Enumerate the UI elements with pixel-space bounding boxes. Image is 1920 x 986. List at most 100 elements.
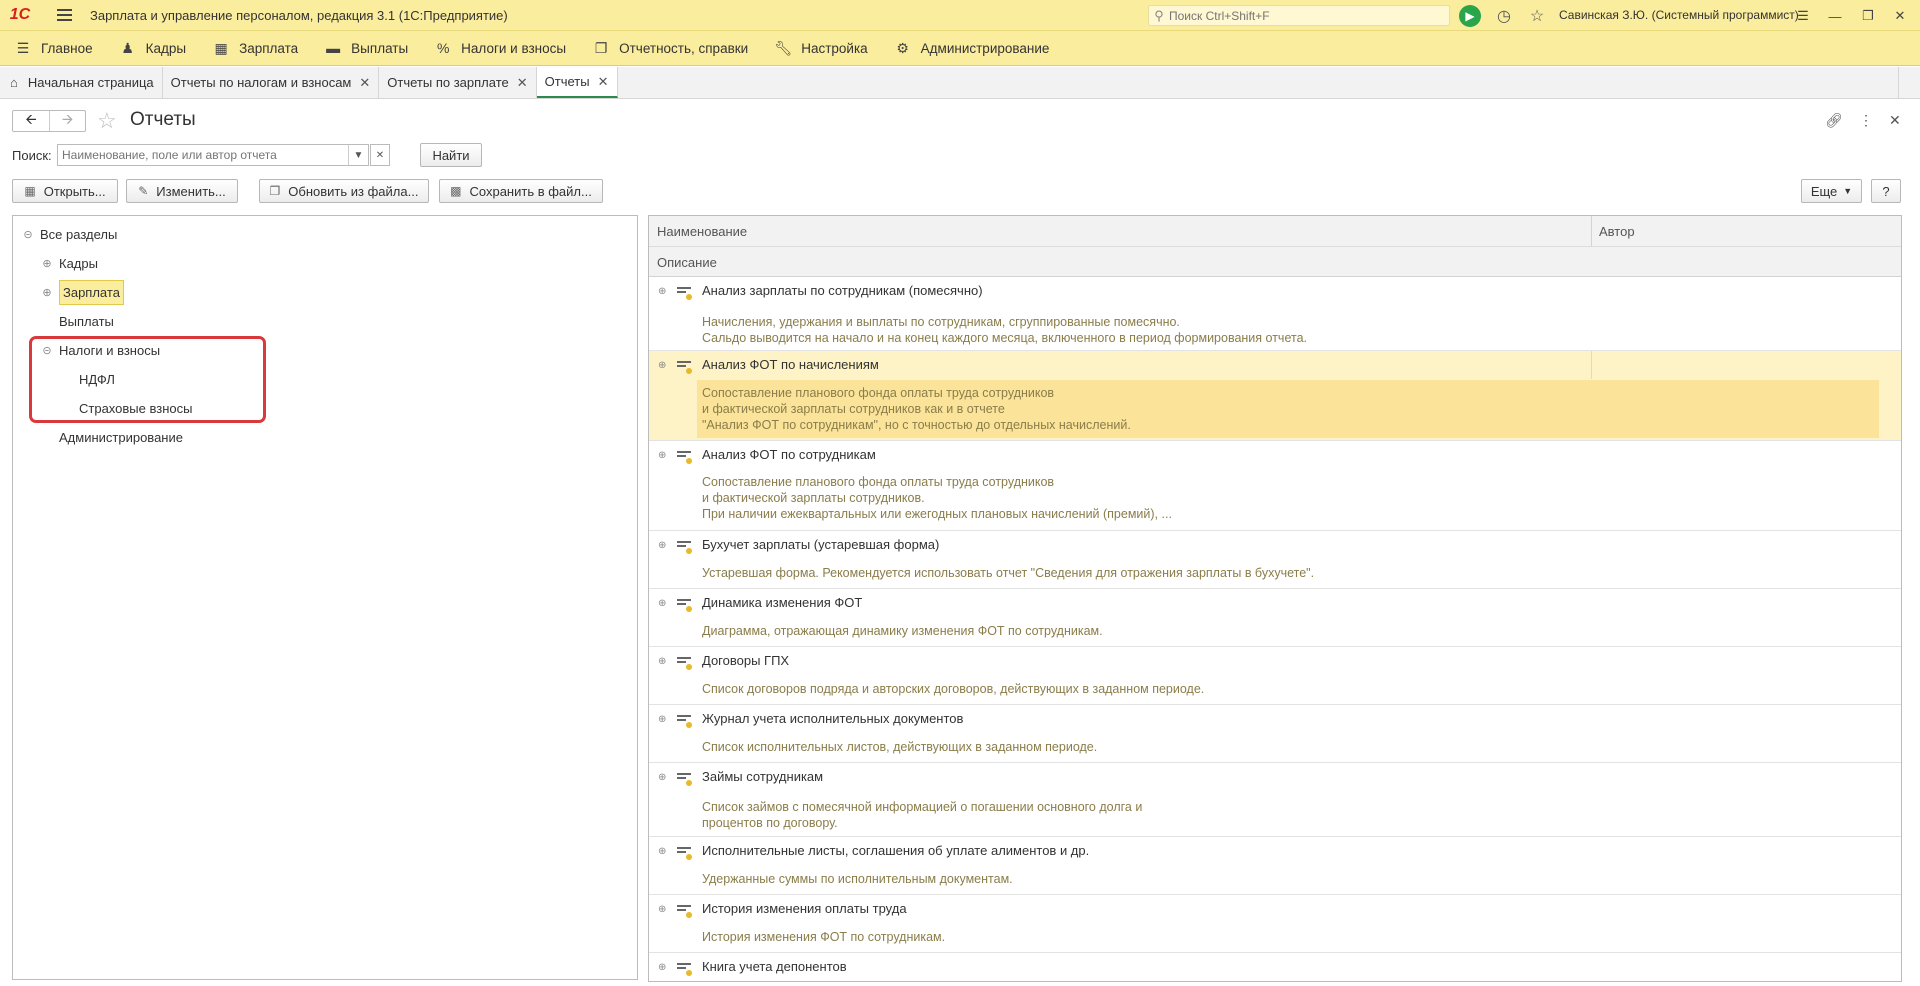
restore-icon[interactable]: ❐ <box>1853 4 1883 28</box>
more-vertical-icon[interactable]: ⋮ <box>1859 112 1873 129</box>
table-row[interactable]: ⊕ Книга учета депонентов <box>649 953 1901 981</box>
tab-tax-reports[interactable]: Отчеты по налогам и взносам ✕ <box>162 67 380 98</box>
section-payments[interactable]: ▬ Выплаты <box>310 31 420 66</box>
find-button[interactable]: Найти <box>420 143 482 167</box>
chevron-down-icon[interactable]: ▼ <box>348 145 368 165</box>
tab-reports[interactable]: Отчеты ✕ <box>536 67 618 98</box>
table-row[interactable]: ⊕ Журнал учета исполнительных документов… <box>649 705 1901 763</box>
help-button[interactable]: ? <box>1871 179 1901 203</box>
expand-icon[interactable]: ⊕ <box>658 772 666 783</box>
settings-menu-icon[interactable]: ☰ <box>1788 4 1818 28</box>
close-icon[interactable]: ✕ <box>598 74 609 90</box>
report-description: процентов по договору. <box>702 816 838 830</box>
open-windows-bar: ⌂ Начальная страница Отчеты по налогам и … <box>0 67 1920 99</box>
favorite-star-icon[interactable]: ☆ <box>97 108 117 134</box>
global-search-input[interactable] <box>1169 8 1439 23</box>
report-description: Начисления, удержания и выплаты по сотру… <box>702 315 1180 329</box>
close-icon[interactable]: ✕ <box>359 75 370 91</box>
table-row[interactable]: ⊕ Анализ ФОТ по сотрудникам Сопоставлени… <box>649 441 1901 531</box>
report-icon <box>677 541 692 554</box>
tree-item-all[interactable]: ⊝ Все разделы <box>21 222 117 246</box>
main-menu-icon[interactable] <box>52 0 76 31</box>
section-main[interactable]: ☰ Главное <box>0 31 105 66</box>
expand-icon[interactable]: ⊕ <box>658 904 666 915</box>
column-author[interactable]: Автор <box>1599 224 1635 239</box>
list-header: Наименование Автор Описание <box>649 216 1901 277</box>
expand-icon[interactable]: ⊕ <box>658 656 666 667</box>
wrench-icon: 🔧︎ <box>774 39 793 56</box>
title-bar: 1С Зарплата и управление персоналом, ред… <box>0 0 1920 31</box>
section-admin[interactable]: ⚙ Администрирование <box>880 31 1062 66</box>
report-name: Анализ ФОТ по начислениям <box>702 357 879 372</box>
report-description: Список исполнительных листов, действующи… <box>702 740 1098 754</box>
report-name: Книга учета депонентов <box>702 959 847 974</box>
expand-icon[interactable]: ⊕ <box>658 450 666 461</box>
table-row[interactable]: ⊕ Исполнительные листы, соглашения об уп… <box>649 837 1901 895</box>
report-icon <box>677 963 692 976</box>
pencil-icon: ✎ <box>138 184 149 198</box>
table-row[interactable]: ⊕ Бухучет зарплаты (устаревшая форма) Ус… <box>649 531 1901 589</box>
column-description[interactable]: Описание <box>657 255 717 270</box>
expand-icon[interactable]: ⊕ <box>658 540 666 551</box>
column-name[interactable]: Наименование <box>657 224 747 239</box>
report-name: Бухучет зарплаты (устаревшая форма) <box>702 537 940 552</box>
sections-panel: ☰ Главное ♟ Кадры ▦ Зарплата ▬ Выплаты % Нало… <box>0 31 1920 66</box>
report-description: При наличии ежеквартальных или ежегодных… <box>702 507 1172 521</box>
table-row[interactable]: ⊕ Займы сотрудникам Список займов с поме… <box>649 763 1901 837</box>
close-icon[interactable]: ✕ <box>517 75 528 91</box>
notifications-icon[interactable]: ▶ <box>1458 4 1482 28</box>
expand-icon[interactable]: ⊕ <box>658 360 666 371</box>
tree-item-salary[interactable]: ⊕ Зарплата <box>40 279 124 305</box>
close-window-icon[interactable]: ✕ <box>1885 4 1915 28</box>
update-from-file-button[interactable]: ❐ Обновить из файла... <box>259 179 429 203</box>
report-description: Устаревшая форма. Рекомендуется использо… <box>702 566 1315 580</box>
search-field: ▼ ✕ <box>57 144 390 166</box>
report-name: Журнал учета исполнительных документов <box>702 711 964 726</box>
history-icon[interactable]: ◷ <box>1492 4 1516 28</box>
report-name: Анализ зарплаты по сотрудникам (помесячн… <box>702 283 983 298</box>
expand-icon[interactable]: ⊕ <box>658 962 666 973</box>
section-taxes[interactable]: % Налоги и взносы <box>420 31 578 66</box>
edit-button[interactable]: ✎ Изменить... <box>126 179 238 203</box>
open-button[interactable]: ▦ Открыть... <box>12 179 118 203</box>
expand-icon[interactable]: ⊕ <box>658 846 666 857</box>
people-icon: ♟ <box>121 39 134 56</box>
back-arrow-icon[interactable]: 🡨 <box>13 111 49 131</box>
favorites-icon[interactable]: ☆ <box>1525 4 1549 28</box>
expand-icon[interactable]: ⊕ <box>658 598 666 609</box>
expand-icon[interactable]: ⊕ <box>40 286 54 299</box>
search-icon: ⚲ <box>1154 7 1164 23</box>
report-name: Договоры ГПХ <box>702 653 790 668</box>
save-to-file-button[interactable]: ▩ Сохранить в файл... <box>439 179 603 203</box>
expand-icon[interactable]: ⊕ <box>658 714 666 725</box>
section-salary[interactable]: ▦ Зарплата <box>198 31 310 66</box>
clear-icon[interactable]: ✕ <box>370 144 390 166</box>
table-row[interactable]: ⊕ Договоры ГПХ Список договоров подряда … <box>649 647 1901 705</box>
table-row[interactable]: ⊕ Динамика изменения ФОТ Диаграмма, отра… <box>649 589 1901 647</box>
report-icon <box>677 599 692 612</box>
tree-item-payments[interactable]: Выплаты <box>59 309 114 333</box>
search-input[interactable] <box>58 145 348 165</box>
close-form-icon[interactable]: ✕ <box>1889 112 1901 129</box>
expand-icon[interactable]: ⊕ <box>40 257 54 270</box>
forward-arrow-icon[interactable]: 🡪 <box>49 111 85 131</box>
table-row-current[interactable]: ⊕ Анализ ФОТ по начислениям Сопоставлени… <box>649 351 1901 441</box>
link-icon[interactable]: 🔗︎ <box>1825 112 1843 129</box>
section-settings[interactable]: 🔧︎ Настройка <box>760 31 879 66</box>
report-icon: ▦ <box>24 184 36 198</box>
report-description: "Анализ ФОТ по сотрудникам", но с точнос… <box>702 418 1131 432</box>
tab-salary-reports[interactable]: Отчеты по зарплате ✕ <box>379 67 537 98</box>
current-user[interactable]: Савинская З.Ю. (Системный программист) <box>1559 8 1799 22</box>
table-row[interactable]: ⊕ Анализ зарплаты по сотрудникам (помеся… <box>649 277 1901 351</box>
section-reporting[interactable]: ❐ Отчетность, справки <box>578 31 760 66</box>
table-row[interactable]: ⊕ История изменения оплаты труда История… <box>649 895 1901 953</box>
tab-home[interactable]: ⌂ Начальная страница <box>0 67 163 98</box>
minimize-icon[interactable]: — <box>1820 4 1850 28</box>
collapse-icon[interactable]: ⊝ <box>21 228 35 241</box>
expand-icon[interactable]: ⊕ <box>658 286 666 297</box>
section-hr[interactable]: ♟ Кадры <box>105 31 198 66</box>
tree-item-admin[interactable]: Администрирование <box>59 425 183 449</box>
tree-item-hr[interactable]: ⊕ Кадры <box>40 251 98 275</box>
more-button[interactable]: Еще ▼ <box>1801 179 1862 203</box>
global-search[interactable]: ⚲ <box>1148 5 1450 26</box>
